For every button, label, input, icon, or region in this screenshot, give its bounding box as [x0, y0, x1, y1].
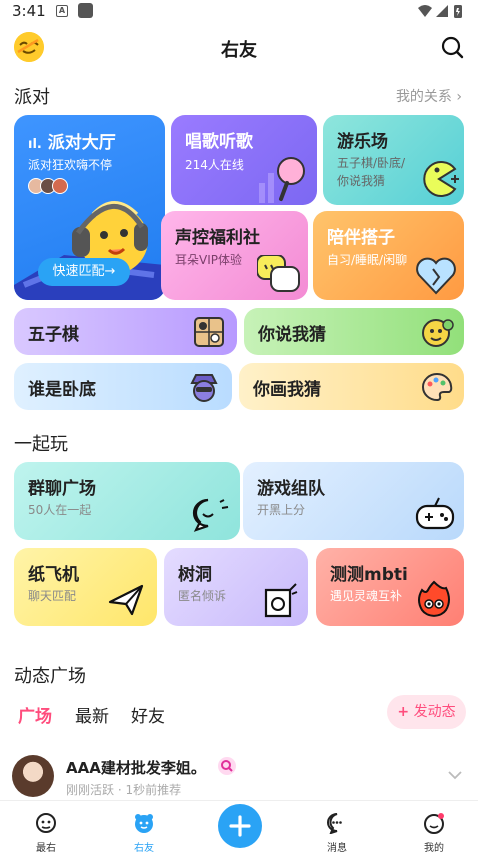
- nav-me[interactable]: 我的: [404, 812, 464, 854]
- plus-icon: [229, 815, 251, 837]
- companion-card[interactable]: 陪伴搭子 自习/睡眠/闲聊: [313, 211, 464, 300]
- create-plus-button[interactable]: [218, 804, 262, 848]
- nav-me-label: 我的: [424, 843, 444, 854]
- my-relations-label: 我的关系: [395, 89, 452, 105]
- post-avatar[interactable]: [12, 755, 54, 797]
- status-bar: 3:41 A: [0, 0, 478, 24]
- party-hall-subtitle: 派对狂欢嗨不停: [28, 158, 113, 172]
- amusement-subtitle-1: 五子棋/卧底/: [337, 156, 406, 170]
- sing-card[interactable]: 唱歌听歌 214人在线: [171, 115, 317, 205]
- spy-card[interactable]: 谁是卧底: [14, 363, 232, 410]
- zuiyou-icon: [36, 813, 56, 833]
- voice-club-card[interactable]: 声控福利社 耳朵VIP体验: [161, 211, 308, 300]
- party-hall-card[interactable]: ıl. 派对大厅 派对狂欢嗨不停 快速匹配→: [14, 115, 165, 300]
- play-section-title: 一起玩: [14, 434, 68, 455]
- microphone-icon: [259, 157, 305, 203]
- voice-club-subtitle: 耳朵VIP体验: [175, 253, 242, 267]
- nav-youyou[interactable]: 右友: [114, 812, 174, 854]
- guess-say-title: 你说我猜: [258, 325, 326, 345]
- party-hall-title: 派对大厅: [47, 133, 116, 153]
- tree-hole-card[interactable]: 树洞 匿名倾诉: [164, 548, 308, 626]
- status-time: 3:41: [12, 2, 46, 20]
- group-chat-card[interactable]: 群聊广场 50人在一起: [14, 462, 240, 540]
- profile-icon: [424, 813, 444, 834]
- nav-messages[interactable]: 消息: [307, 812, 367, 854]
- palette-icon: [422, 372, 453, 402]
- paper-plane-card[interactable]: 纸飞机 聊天匹配: [14, 548, 157, 626]
- quick-match-button[interactable]: 快速匹配→: [38, 258, 130, 286]
- message-icon: [327, 813, 342, 835]
- mbti-card[interactable]: 测测mbti 遇见灵魂互补: [316, 548, 464, 626]
- paper-plane-icon: [108, 584, 144, 616]
- user-badge-icon: [218, 757, 236, 775]
- nav-youyou-label: 右友: [134, 843, 154, 854]
- gamepad-icon: [415, 497, 455, 530]
- tab-latest[interactable]: 最新: [75, 702, 109, 727]
- search-icon[interactable]: [440, 35, 464, 59]
- gomoku-board-icon: [194, 317, 224, 347]
- page-title: 右友: [221, 40, 257, 61]
- post-username[interactable]: AAA建材批发李姐。: [66, 757, 206, 778]
- tree-hole-title: 树洞: [178, 565, 212, 585]
- chevron-down-icon[interactable]: [447, 769, 463, 781]
- group-chat-title: 群聊广场: [28, 479, 96, 499]
- notification-square-icon: [78, 3, 93, 18]
- plus-icon: +: [397, 704, 410, 720]
- amusement-subtitle-2: 你说我猜: [337, 174, 386, 188]
- youyou-icon: [135, 814, 153, 833]
- sing-subtitle: 214人在线: [185, 158, 244, 172]
- post-button-label: 发动态: [413, 704, 456, 720]
- party-section-title: 派对: [14, 87, 50, 108]
- game-team-title: 游戏组队: [257, 479, 325, 499]
- group-chat-bubble-icon: [192, 498, 229, 532]
- post-meta: 刚刚活跃 · 1秒前推荐: [66, 783, 182, 797]
- tree-hole-subtitle: 匿名倾诉: [178, 589, 227, 603]
- voice-club-title: 声控福利社: [175, 228, 260, 248]
- group-chat-subtitle: 50人在一起: [28, 503, 92, 517]
- spy-icon: [190, 374, 218, 402]
- guess-say-card[interactable]: 你说我猜: [244, 308, 464, 355]
- game-team-subtitle: 开黑上分: [257, 503, 306, 517]
- heart-puzzle-icon: [416, 257, 456, 295]
- fire-mascot-icon: [418, 580, 450, 617]
- online-users-avatars: [28, 178, 78, 194]
- paper-plane-subtitle: 聊天匹配: [28, 589, 77, 603]
- nav-zuiyou[interactable]: 最右: [16, 812, 76, 854]
- companion-subtitle: 自习/睡眠/闲聊: [327, 253, 408, 267]
- my-relations-link[interactable]: 我的关系 ›: [396, 86, 462, 106]
- gomoku-title: 五子棋: [28, 325, 79, 345]
- paper-plane-title: 纸飞机: [28, 565, 79, 585]
- tab-friends[interactable]: 好友: [131, 702, 165, 727]
- amusement-card[interactable]: 游乐场 五子棋/卧底/ 你说我猜: [323, 115, 464, 205]
- pacman-icon: [423, 161, 459, 197]
- nav-messages-label: 消息: [327, 843, 347, 854]
- companion-title: 陪伴搭子: [327, 228, 395, 248]
- signal-bars-icon: ıl.: [28, 137, 42, 152]
- wifi-signal-battery-icon: [418, 5, 462, 18]
- feed-section-title: 动态广场: [14, 666, 86, 687]
- nav-zuiyou-label: 最右: [36, 843, 56, 854]
- gomoku-card[interactable]: 五子棋: [14, 308, 237, 355]
- chat-bubble-icon: [257, 255, 300, 292]
- chevron-right-icon: ›: [456, 89, 462, 105]
- amusement-title: 游乐场: [337, 132, 388, 152]
- draw-guess-title: 你画我猜: [253, 380, 321, 400]
- guess-face-icon: [422, 319, 454, 347]
- sing-title: 唱歌听歌: [185, 132, 253, 152]
- mbti-subtitle: 遇见灵魂互补: [330, 589, 403, 603]
- tree-hole-icon: [264, 583, 298, 618]
- post-button[interactable]: + 发动态: [387, 695, 466, 729]
- game-team-card[interactable]: 游戏组队 开黑上分: [243, 462, 464, 540]
- mbti-title: 测测mbti: [330, 565, 408, 585]
- nav-divider: [0, 800, 478, 801]
- tab-square[interactable]: 广场: [18, 702, 52, 727]
- draw-guess-card[interactable]: 你画我猜: [239, 363, 464, 410]
- spy-title: 谁是卧底: [28, 380, 96, 400]
- notification-a-icon: A: [56, 5, 68, 17]
